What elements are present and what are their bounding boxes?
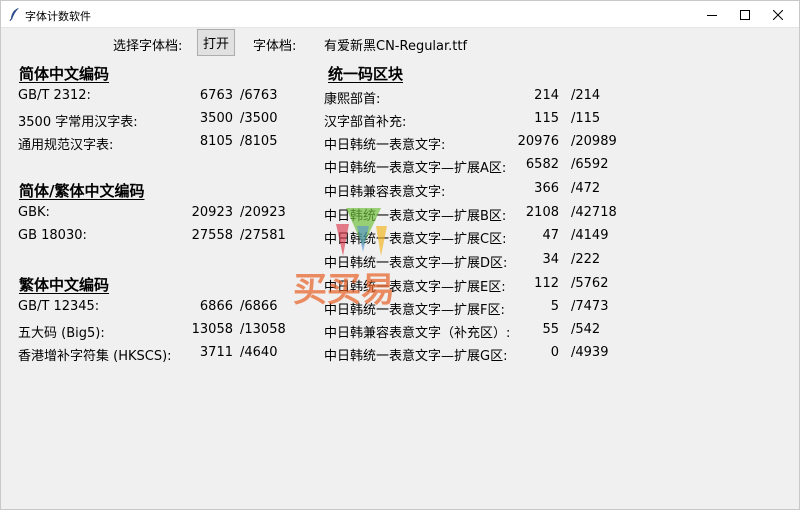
- row-count: 115: [534, 111, 559, 126]
- section-title-traditional: 繁体中文编码: [19, 276, 110, 294]
- close-button[interactable]: [755, 1, 800, 28]
- row-count: 13058: [191, 322, 233, 337]
- select-font-label: 选择字体档:: [113, 39, 183, 54]
- row-count: 6866: [199, 299, 233, 314]
- row-total: /13058: [240, 322, 286, 337]
- row-count: 2108: [525, 205, 559, 220]
- row-label: GB/T 2312:: [18, 88, 91, 103]
- open-button[interactable]: 打开: [197, 29, 235, 56]
- row-count: 34: [542, 252, 559, 267]
- maximize-icon: [740, 9, 750, 20]
- row-total: /4149: [571, 228, 609, 243]
- section-title-unicode: 统一码区块: [328, 65, 404, 83]
- row-total: /4939: [571, 345, 609, 360]
- row-count: 0: [550, 345, 559, 360]
- app-window: 字体计数软件 选择字体档: 打开 字体档: 有爱新黑CN-Regular.ttf…: [0, 0, 800, 510]
- row-total: /27581: [240, 228, 286, 243]
- row-count: 47: [542, 228, 559, 243]
- row-count: 112: [534, 276, 559, 291]
- row-label: 通用规范汉字表:: [18, 138, 114, 153]
- row-count: 27558: [191, 228, 233, 243]
- row-label: 汉字部首补充:: [324, 115, 407, 130]
- row-total: /7473: [571, 299, 609, 314]
- row-total: /542: [571, 322, 601, 337]
- row-total: /6763: [240, 88, 278, 103]
- row-count: 55: [542, 322, 559, 337]
- minimize-icon: [707, 14, 717, 16]
- row-label: 中日韩统一表意文字—扩展G区:: [324, 349, 508, 364]
- row-count: 214: [534, 88, 559, 103]
- row-total: /20989: [571, 134, 617, 149]
- font-file-name: 有爱新黑CN-Regular.ttf: [324, 39, 468, 54]
- row-label: GBK:: [18, 205, 50, 220]
- section-title-simplified: 简体中文编码: [19, 65, 110, 83]
- row-total: /115: [571, 111, 601, 126]
- row-total: /6592: [571, 157, 609, 172]
- row-count: 20923: [191, 205, 233, 220]
- row-count: 20976: [517, 134, 559, 149]
- row-label: 中日韩统一表意文字:: [324, 138, 446, 153]
- row-label: 3500 字常用汉字表:: [18, 115, 138, 130]
- row-total: /214: [571, 88, 601, 103]
- row-total: /20923: [240, 205, 286, 220]
- row-total: /42718: [571, 205, 617, 220]
- row-count: 3500: [199, 111, 233, 126]
- row-label: 五大码 (Big5):: [18, 326, 105, 341]
- feather-icon: [9, 8, 19, 21]
- row-label: 中日韩兼容表意文字（补充区）:: [324, 326, 511, 341]
- row-total: /6866: [240, 299, 278, 314]
- row-label: GB/T 12345:: [18, 299, 100, 314]
- title-bar[interactable]: 字体计数软件: [1, 1, 799, 28]
- row-label: 康熙部首:: [324, 92, 381, 107]
- row-count: 5: [550, 299, 559, 314]
- watermark-logo: 买买易: [293, 208, 395, 310]
- row-count: 366: [534, 181, 559, 196]
- row-label: 中日韩统一表意文字—扩展A区:: [324, 161, 507, 176]
- row-label: 香港增补字符集 (HKSCS):: [18, 349, 172, 364]
- row-total: /5762: [571, 276, 609, 291]
- row-count: 3711: [199, 345, 233, 360]
- row-count: 6763: [199, 88, 233, 103]
- section-title-simp-trad: 简体/繁体中文编码: [19, 182, 145, 200]
- close-icon: [773, 9, 783, 20]
- row-total: /4640: [240, 345, 278, 360]
- row-total: /222: [571, 252, 601, 267]
- row-count: 8105: [199, 134, 233, 149]
- row-count: 6582: [525, 157, 559, 172]
- row-total: /8105: [240, 134, 278, 149]
- row-label: GB 18030:: [18, 228, 87, 243]
- row-total: /472: [571, 181, 601, 196]
- font-file-label: 字体档:: [253, 39, 297, 54]
- row-total: /3500: [240, 111, 278, 126]
- window-title: 字体计数软件: [25, 10, 91, 23]
- watermark-text: 买买易: [293, 270, 395, 310]
